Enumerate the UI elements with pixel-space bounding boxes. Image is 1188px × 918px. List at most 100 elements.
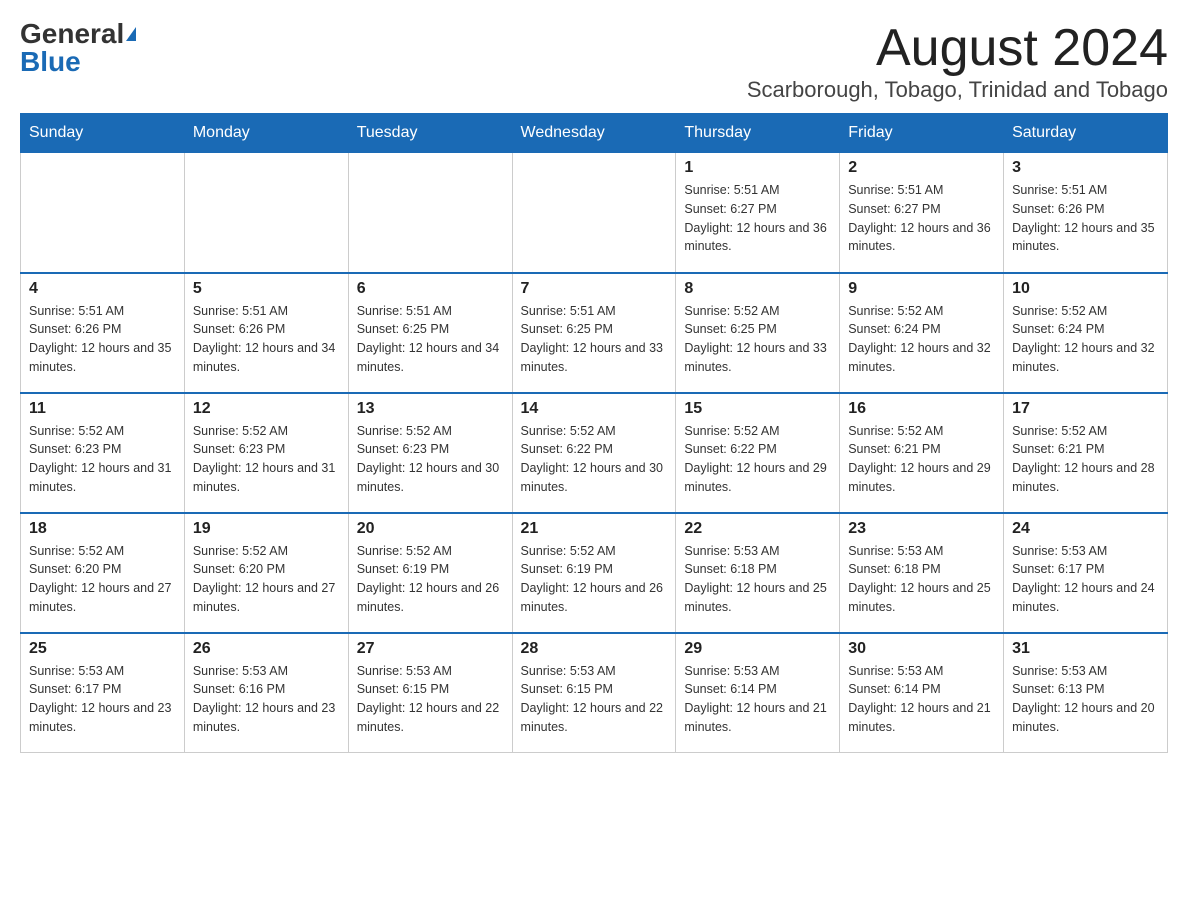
month-title: August 2024 — [747, 20, 1168, 77]
day-number: 6 — [357, 280, 504, 298]
day-number: 15 — [684, 400, 831, 418]
calendar-cell: 15 Sunrise: 5:52 AMSunset: 6:22 PMDayligh… — [676, 393, 840, 513]
day-info: Sunrise: 5:51 AMSunset: 6:27 PMDaylight:… — [848, 181, 995, 256]
calendar-cell: 14Sunrise: 5:52 AMSunset: 6:22 PMDayligh… — [512, 393, 676, 513]
calendar-week-row: 4Sunrise: 5:51 AMSunset: 6:26 PMDaylight… — [21, 273, 1168, 393]
day-number: 23 — [848, 520, 995, 538]
day-info: Sunrise: 5:52 AMSunset: 6:21 PMDaylight:… — [1012, 422, 1159, 497]
day-info: Sunrise: 5:51 AMSunset: 6:25 PMDaylight:… — [521, 302, 668, 377]
page-header: General Blue August 2024 Scarborough, To… — [20, 20, 1168, 103]
calendar-cell: 21 Sunrise: 5:52 AMSunset: 6:19 PMDayligh… — [512, 513, 676, 633]
day-info: Sunrise: 5:53 AMSunset: 6:14 PMDaylight:… — [684, 662, 831, 737]
day-info: Sunrise: 5:52 AMSunset: 6:22 PMDaylight:… — [684, 422, 831, 497]
day-number: 24 — [1012, 520, 1159, 538]
calendar-week-row: 18 Sunrise: 5:52 AMSunset: 6:20 PMDayligh… — [21, 513, 1168, 633]
calendar-cell — [512, 153, 676, 273]
calendar-cell: 17Sunrise: 5:52 AMSunset: 6:21 PMDayligh… — [1004, 393, 1168, 513]
day-header-saturday: Saturday — [1004, 114, 1168, 153]
day-number: 28 — [521, 640, 668, 658]
calendar-cell: 12 Sunrise: 5:52 AMSunset: 6:23 PMDayligh… — [184, 393, 348, 513]
logo: General Blue — [20, 20, 136, 76]
calendar-cell: 16 Sunrise: 5:52 AMSunset: 6:21 PMDayligh… — [840, 393, 1004, 513]
calendar-cell: 30 Sunrise: 5:53 AMSunset: 6:14 PMDayligh… — [840, 633, 1004, 753]
logo-triangle-icon — [126, 27, 136, 41]
day-number: 29 — [684, 640, 831, 658]
calendar-week-row: 11 Sunrise: 5:52 AMSunset: 6:23 PMDayligh… — [21, 393, 1168, 513]
day-info: Sunrise: 5:53 AMSunset: 6:15 PMDaylight:… — [521, 662, 668, 737]
day-info: Sunrise: 5:52 AMSunset: 6:24 PMDaylight:… — [848, 302, 995, 377]
day-info: Sunrise: 5:52 AMSunset: 6:21 PMDaylight:… — [848, 422, 995, 497]
calendar-cell: 27 Sunrise: 5:53 AMSunset: 6:15 PMDayligh… — [348, 633, 512, 753]
day-header-monday: Monday — [184, 114, 348, 153]
calendar-cell: 19 Sunrise: 5:52 AMSunset: 6:20 PMDayligh… — [184, 513, 348, 633]
day-info: Sunrise: 5:53 AMSunset: 6:14 PMDaylight:… — [848, 662, 995, 737]
calendar-cell: 11 Sunrise: 5:52 AMSunset: 6:23 PMDayligh… — [21, 393, 185, 513]
day-number: 26 — [193, 640, 340, 658]
calendar-header-row: SundayMondayTuesdayWednesdayThursdayFrid… — [21, 114, 1168, 153]
day-info: Sunrise: 5:53 AMSunset: 6:17 PMDaylight:… — [29, 662, 176, 737]
day-header-sunday: Sunday — [21, 114, 185, 153]
day-info: Sunrise: 5:52 AMSunset: 6:19 PMDaylight:… — [357, 542, 504, 617]
day-info: Sunrise: 5:53 AMSunset: 6:13 PMDaylight:… — [1012, 662, 1159, 737]
day-info: Sunrise: 5:52 AMSunset: 6:23 PMDaylight:… — [29, 422, 176, 497]
day-number: 7 — [521, 280, 668, 298]
calendar-cell: 6 Sunrise: 5:51 AMSunset: 6:25 PMDaylight… — [348, 273, 512, 393]
day-number: 3 — [1012, 159, 1159, 177]
calendar-cell: 22Sunrise: 5:53 AMSunset: 6:18 PMDayligh… — [676, 513, 840, 633]
day-info: Sunrise: 5:51 AMSunset: 6:25 PMDaylight:… — [357, 302, 504, 377]
day-number: 31 — [1012, 640, 1159, 658]
calendar-cell: 26Sunrise: 5:53 AMSunset: 6:16 PMDayligh… — [184, 633, 348, 753]
calendar-cell: 20 Sunrise: 5:52 AMSunset: 6:19 PMDayligh… — [348, 513, 512, 633]
day-header-friday: Friday — [840, 114, 1004, 153]
calendar-cell: 13 Sunrise: 5:52 AMSunset: 6:23 PMDayligh… — [348, 393, 512, 513]
calendar-cell: 10 Sunrise: 5:52 AMSunset: 6:24 PMDayligh… — [1004, 273, 1168, 393]
calendar-table: SundayMondayTuesdayWednesdayThursdayFrid… — [20, 113, 1168, 753]
day-info: Sunrise: 5:53 AMSunset: 6:18 PMDaylight:… — [848, 542, 995, 617]
day-number: 30 — [848, 640, 995, 658]
day-info: Sunrise: 5:52 AMSunset: 6:23 PMDaylight:… — [193, 422, 340, 497]
day-number: 1 — [684, 159, 831, 177]
calendar-cell: 7 Sunrise: 5:51 AMSunset: 6:25 PMDaylight… — [512, 273, 676, 393]
day-header-thursday: Thursday — [676, 114, 840, 153]
day-number: 11 — [29, 400, 176, 418]
day-number: 27 — [357, 640, 504, 658]
day-number: 14 — [521, 400, 668, 418]
calendar-cell: 1 Sunrise: 5:51 AMSunset: 6:27 PMDaylight… — [676, 153, 840, 273]
day-number: 13 — [357, 400, 504, 418]
calendar-cell: 2 Sunrise: 5:51 AMSunset: 6:27 PMDaylight… — [840, 153, 1004, 273]
day-info: Sunrise: 5:53 AMSunset: 6:17 PMDaylight:… — [1012, 542, 1159, 617]
calendar-week-row: 1 Sunrise: 5:51 AMSunset: 6:27 PMDaylight… — [21, 153, 1168, 273]
day-info: Sunrise: 5:52 AMSunset: 6:23 PMDaylight:… — [357, 422, 504, 497]
logo-general: General — [20, 20, 124, 48]
day-number: 2 — [848, 159, 995, 177]
day-number: 12 — [193, 400, 340, 418]
day-number: 18 — [29, 520, 176, 538]
day-info: Sunrise: 5:51 AMSunset: 6:27 PMDaylight:… — [684, 181, 831, 256]
calendar-cell: 29 Sunrise: 5:53 AMSunset: 6:14 PMDayligh… — [676, 633, 840, 753]
calendar-cell: 9 Sunrise: 5:52 AMSunset: 6:24 PMDaylight… — [840, 273, 1004, 393]
day-number: 20 — [357, 520, 504, 538]
calendar-cell: 5 Sunrise: 5:51 AMSunset: 6:26 PMDaylight… — [184, 273, 348, 393]
calendar-cell — [184, 153, 348, 273]
calendar-week-row: 25Sunrise: 5:53 AMSunset: 6:17 PMDayligh… — [21, 633, 1168, 753]
day-info: Sunrise: 5:52 AMSunset: 6:20 PMDaylight:… — [193, 542, 340, 617]
title-section: August 2024 Scarborough, Tobago, Trinida… — [747, 20, 1168, 103]
calendar-cell: 4Sunrise: 5:51 AMSunset: 6:26 PMDaylight… — [21, 273, 185, 393]
day-info: Sunrise: 5:51 AMSunset: 6:26 PMDaylight:… — [193, 302, 340, 377]
day-info: Sunrise: 5:52 AMSunset: 6:20 PMDaylight:… — [29, 542, 176, 617]
day-info: Sunrise: 5:53 AMSunset: 6:18 PMDaylight:… — [684, 542, 831, 617]
day-info: Sunrise: 5:52 AMSunset: 6:19 PMDaylight:… — [521, 542, 668, 617]
day-number: 5 — [193, 280, 340, 298]
location-title: Scarborough, Tobago, Trinidad and Tobago — [747, 77, 1168, 103]
day-number: 16 — [848, 400, 995, 418]
day-info: Sunrise: 5:52 AMSunset: 6:24 PMDaylight:… — [1012, 302, 1159, 377]
day-info: Sunrise: 5:53 AMSunset: 6:15 PMDaylight:… — [357, 662, 504, 737]
day-header-wednesday: Wednesday — [512, 114, 676, 153]
day-number: 21 — [521, 520, 668, 538]
day-number: 9 — [848, 280, 995, 298]
calendar-cell: 3Sunrise: 5:51 AMSunset: 6:26 PMDaylight… — [1004, 153, 1168, 273]
day-number: 19 — [193, 520, 340, 538]
calendar-cell — [21, 153, 185, 273]
day-number: 10 — [1012, 280, 1159, 298]
calendar-cell: 24 Sunrise: 5:53 AMSunset: 6:17 PMDayligh… — [1004, 513, 1168, 633]
